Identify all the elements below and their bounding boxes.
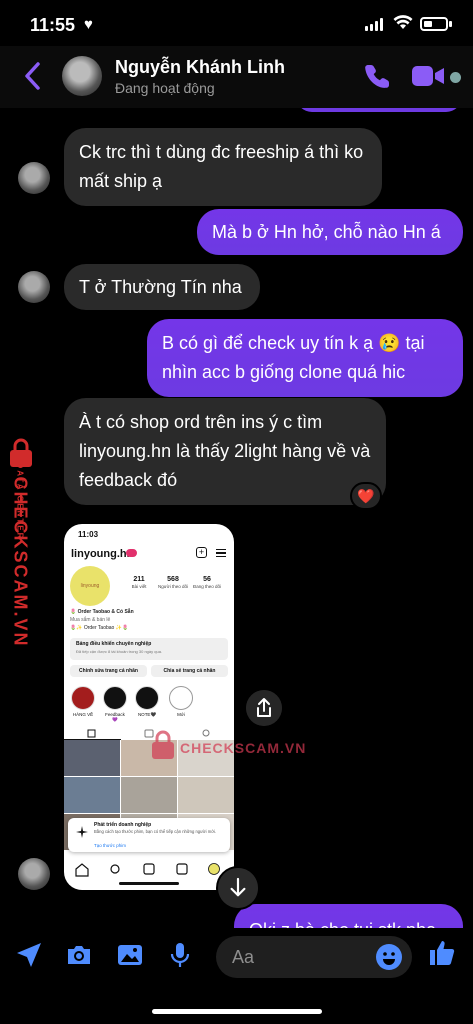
battery-icon bbox=[420, 17, 448, 31]
image-profile-avatar: linyoung bbox=[70, 566, 110, 606]
contact-status: Đang hoạt động bbox=[115, 80, 215, 96]
microphone-icon[interactable] bbox=[165, 940, 195, 970]
home-indicator bbox=[152, 1009, 322, 1014]
watermark-brand: CHECKSCAM.VN bbox=[10, 476, 31, 648]
message-bubble-incoming[interactable]: T ở Thường Tín nha bbox=[64, 264, 260, 310]
contact-name[interactable]: Nguyễn Khánh Linh bbox=[115, 57, 285, 78]
image-notification-badge bbox=[126, 549, 137, 557]
status-bar: 11:55 ♥ bbox=[0, 0, 473, 46]
battery-tip bbox=[449, 21, 452, 27]
watermark-center-brand: CHECKSCAM.VN bbox=[180, 740, 307, 756]
avatar bbox=[18, 858, 50, 890]
share-icon[interactable] bbox=[246, 690, 282, 726]
watermark-checkscam: DATA CENTER CHECKSCAM.VN bbox=[2, 438, 42, 648]
camera-icon[interactable] bbox=[64, 940, 94, 970]
wifi-icon bbox=[393, 15, 413, 29]
image-stat: 568 Người theo dõi bbox=[158, 576, 188, 589]
image-stat: 211 Bài viết bbox=[131, 576, 147, 589]
image-home-indicator bbox=[119, 882, 179, 885]
sparkle-icon bbox=[76, 826, 88, 838]
chat-header: Nguyễn Khánh Linh Đang hoạt động bbox=[0, 46, 473, 108]
message-input-container[interactable] bbox=[216, 936, 412, 978]
image-menu-icon bbox=[216, 549, 226, 557]
phone-call-icon[interactable] bbox=[365, 62, 393, 90]
message-bubble-clipped bbox=[296, 108, 462, 112]
image-status-time: 11:03 bbox=[78, 530, 99, 539]
image-dashboard-card: Bảng điều khiển chuyên nghiệp Đã tiếp cậ… bbox=[70, 638, 228, 660]
message-bubble-incoming[interactable]: À t có shop ord trên ins ý c tìm linyoun… bbox=[64, 398, 386, 505]
contact-avatar[interactable] bbox=[62, 56, 102, 96]
shared-image[interactable]: 11:03 linyoung.hn + linyoung 211 Bài viết… bbox=[64, 524, 234, 890]
message-bubble-outgoing[interactable]: Mà b ở Hn hở, chỗ nào Hn á bbox=[197, 209, 463, 255]
thumbs-up-icon[interactable] bbox=[427, 938, 457, 968]
image-share-profile-button: Chia sẻ trang cá nhân bbox=[151, 665, 228, 677]
image-highlight: NOTE🖤 bbox=[134, 686, 160, 718]
signal-icon bbox=[365, 18, 383, 31]
send-location-icon[interactable] bbox=[14, 940, 44, 970]
scroll-down-arrow-icon[interactable] bbox=[216, 866, 260, 910]
status-time: 11:55 bbox=[30, 15, 76, 35]
image-profile-handle: linyoung.hn bbox=[71, 548, 134, 560]
heart-icon: ♥ bbox=[84, 16, 93, 33]
image-bio-line: Mua sắm & bán lẻ bbox=[70, 617, 111, 623]
emoji-icon[interactable] bbox=[376, 944, 402, 970]
image-plus-icon: + bbox=[196, 547, 207, 558]
message-bubble-incoming[interactable]: Ck trc thì t dùng đc freeship á thì ko m… bbox=[64, 128, 382, 206]
message-input[interactable] bbox=[232, 936, 372, 978]
message-bubble-outgoing[interactable]: B có gì để check uy tín k ạ 😢 tại nhìn a… bbox=[147, 319, 463, 397]
image-stat: 56 Đang theo dõi bbox=[192, 576, 222, 589]
back-arrow-icon[interactable] bbox=[22, 60, 44, 92]
avatar bbox=[18, 162, 50, 194]
image-bio-line: 🌷 Order Taobao & Có Sẵn bbox=[70, 609, 134, 615]
lock-icon bbox=[152, 730, 174, 759]
avatar bbox=[18, 271, 50, 303]
active-indicator bbox=[450, 72, 461, 83]
composer-bar bbox=[0, 928, 473, 986]
image-growth-toast: Phát triển doanh nghiệp Bằng cách tạo th… bbox=[68, 818, 230, 852]
image-highlight-new: Mới bbox=[168, 686, 194, 717]
watermark-center: CHECKSCAM.VN bbox=[150, 728, 330, 768]
image-bio-line: 🌷✨ Order Taobao ✨🌷 bbox=[70, 625, 129, 631]
image-edit-profile-button: Chỉnh sửa trang cá nhân bbox=[70, 665, 147, 677]
image-highlight: HÀNG VỀ bbox=[70, 686, 96, 717]
message-list[interactable]: Ck trc thì t dùng đc freeship á thì ko m… bbox=[0, 108, 473, 928]
video-call-icon[interactable] bbox=[411, 64, 445, 88]
heart-reaction-icon[interactable]: ❤️ bbox=[350, 482, 382, 510]
image-highlight: Feedback 💜 bbox=[102, 686, 128, 723]
message-bubble-outgoing[interactable]: Oki z bà cho tui stk nha bbox=[234, 904, 463, 928]
gallery-icon[interactable] bbox=[115, 940, 145, 970]
